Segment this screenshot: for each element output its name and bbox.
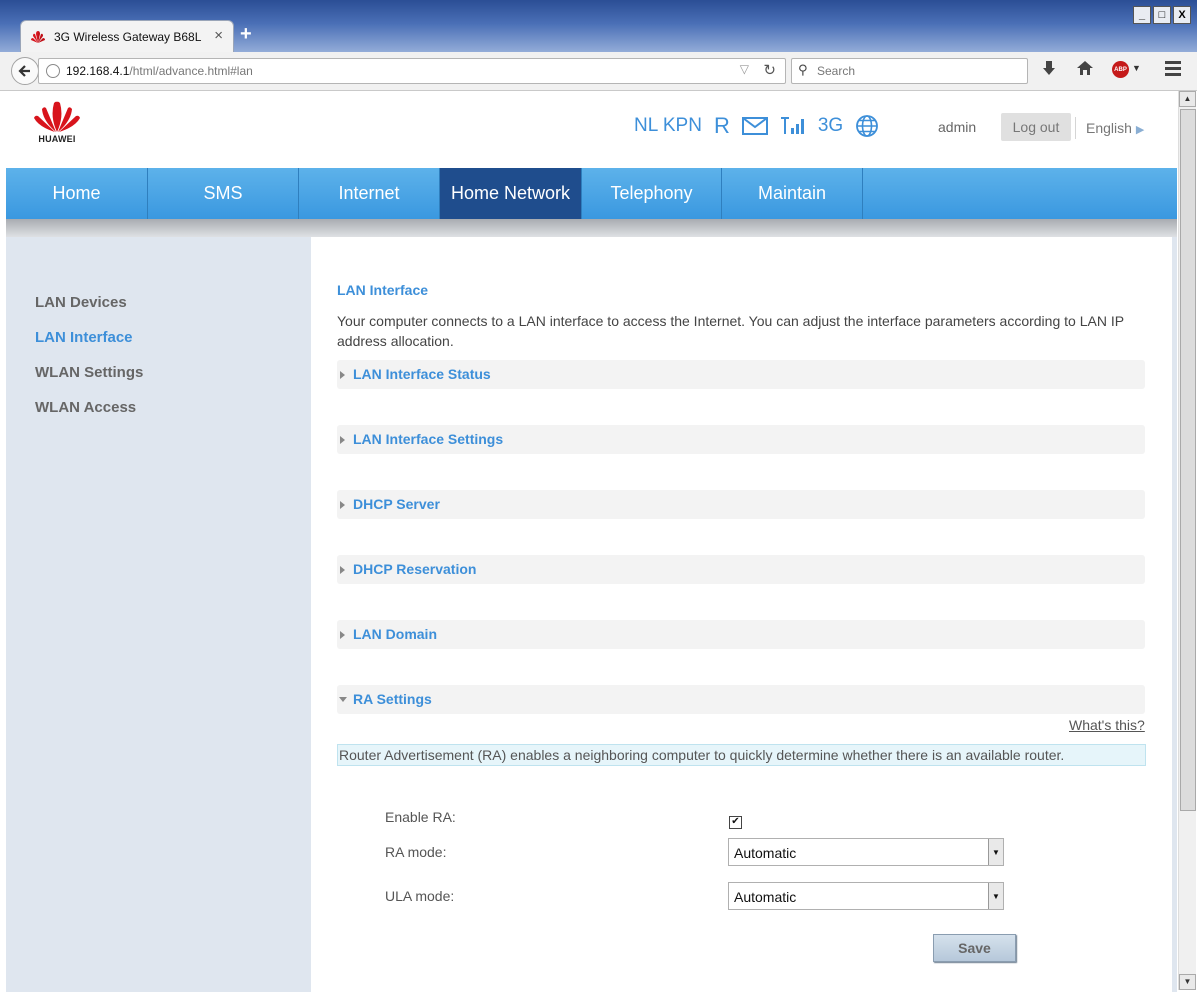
adblock-icon[interactable]: ABP [1112,61,1129,78]
huawei-favicon-icon [31,31,45,43]
menu-icon[interactable] [1162,58,1184,80]
section-label: RA Settings [353,691,432,707]
nav-internet[interactable]: Internet [299,168,440,219]
expand-arrow-icon [340,436,345,444]
ra-mode-select[interactable]: Automatic ▼ [728,838,1004,866]
nav-home-network[interactable]: Home Network [440,168,582,219]
section-label: LAN Domain [353,626,437,642]
section-label: DHCP Server [353,496,440,512]
user-name: admin [938,119,977,135]
history-dropdown-icon[interactable]: ▽ [740,62,749,76]
section-lan-domain[interactable]: LAN Domain [337,620,1145,649]
new-tab-button[interactable]: + [240,24,252,44]
language-selector[interactable]: English ▶ [1086,120,1144,136]
browser-tab[interactable]: 3G Wireless Gateway B68L × [20,20,234,53]
collapse-arrow-icon [339,697,347,702]
url-path: /html/advance.html#lan [129,64,253,78]
expand-arrow-icon [340,631,345,639]
sidebar-item-lan-interface[interactable]: LAN Interface [35,329,143,364]
expand-arrow-icon [340,371,345,379]
ra-info-banner: Router Advertisement (RA) enables a neig… [337,744,1146,766]
reload-icon[interactable]: ↻ [763,61,776,79]
nav-sms[interactable]: SMS [148,168,299,219]
router-page: HUAWEI NL KPN R 3G admin Log out English… [6,91,1177,992]
page-description: Your computer connects to a LAN interfac… [337,313,1124,349]
header-divider [1075,117,1076,139]
whats-this-link[interactable]: What's this? [1069,717,1145,733]
search-placeholder: Search [817,64,856,78]
sidebar-item-lan-devices[interactable]: LAN Devices [35,294,143,329]
operator-name: NL KPN [634,115,702,136]
adblock-dropdown-icon[interactable]: ▼ [1132,63,1141,73]
scrollbar-thumb[interactable] [1180,109,1196,811]
logout-button[interactable]: Log out [1001,113,1071,141]
section-ra-settings[interactable]: RA Settings [337,685,1145,714]
ra-mode-label: RA mode: [385,844,447,860]
ula-mode-select[interactable]: Automatic ▼ [728,882,1004,910]
status-indicators: NL KPN R 3G [634,113,879,139]
maximize-button[interactable]: □ [1153,6,1171,24]
browser-titlebar: 3G Wireless Gateway B68L × + _ □ X [0,0,1197,53]
section-lan-interface-settings[interactable]: LAN Interface Settings [337,425,1145,454]
back-arrow-icon [18,65,30,77]
ula-mode-value: Automatic [734,889,797,905]
browser-toolbar: 192.168.4.1/html/advance.html#lan ▽ ↻ ⚲ … [0,52,1197,91]
language-label: English [1086,120,1132,136]
section-label: LAN Interface Settings [353,431,504,447]
save-button[interactable]: Save [933,934,1016,962]
huawei-logo-icon [34,101,80,132]
globe-icon [46,64,60,78]
dropdown-arrow-icon[interactable]: ▼ [988,883,1003,909]
nav-shadow [6,219,1177,237]
section-dhcp-reservation[interactable]: DHCP Reservation [337,555,1145,584]
page-title: LAN Interface [337,282,429,298]
close-window-button[interactable]: X [1173,6,1191,24]
section-label: LAN Interface Status [353,366,491,382]
section-lan-interface-status[interactable]: LAN Interface Status [337,360,1145,389]
download-icon[interactable] [1041,60,1057,81]
url-host: 192.168.4.1 [66,64,130,78]
sidebar-item-wlan-access[interactable]: WLAN Access [35,399,143,434]
nav-maintain[interactable]: Maintain [722,168,863,219]
expand-arrow-icon [340,501,345,509]
main-content: LAN Interface Your computer connects to … [311,246,1172,992]
minimize-button[interactable]: _ [1133,6,1151,24]
home-icon[interactable] [1076,60,1094,81]
huawei-logo[interactable]: HUAWEI [33,99,81,145]
window-controls: _ □ X [1133,6,1191,24]
back-button[interactable] [11,57,39,85]
search-icon: ⚲ [798,62,808,77]
chevron-right-icon: ▶ [1135,124,1145,136]
sidebar: LAN Devices LAN Interface WLAN Settings … [35,294,143,434]
sidebar-item-wlan-settings[interactable]: WLAN Settings [35,364,143,399]
tab-title: 3G Wireless Gateway B68L [54,30,202,44]
section-dhcp-server[interactable]: DHCP Server [337,490,1145,519]
huawei-brand-text: HUAWEI [38,134,76,144]
internet-globe-icon [856,115,879,137]
enable-ra-checkbox[interactable]: ✔ [729,816,742,829]
dropdown-arrow-icon[interactable]: ▼ [988,839,1003,865]
expand-arrow-icon [340,566,345,574]
ra-mode-value: Automatic [734,845,797,861]
ula-mode-label: ULA mode: [385,888,455,904]
tab-close-icon[interactable]: × [214,27,223,44]
scroll-up-arrow-icon[interactable]: ▲ [1179,91,1196,107]
right-gutter [1172,237,1177,992]
nav-telephony[interactable]: Telephony [582,168,722,219]
scroll-down-arrow-icon[interactable]: ▼ [1179,974,1196,990]
main-navigation: Home SMS Internet Home Network Telephony… [6,168,1177,219]
network-type: 3G [817,115,844,136]
address-bar[interactable]: 192.168.4.1/html/advance.html#lan ▽ ↻ [38,58,786,84]
page-scrollbar[interactable]: ▲ ▼ [1178,91,1196,990]
address-url: 192.168.4.1/html/advance.html#lan [66,64,253,78]
signal-strength-icon [780,117,804,134]
nav-home[interactable]: Home [6,168,148,219]
roaming-indicator: R [713,113,730,138]
section-label: DHCP Reservation [353,561,477,577]
search-box[interactable]: ⚲ Search [791,58,1028,84]
enable-ra-label: Enable RA: [385,809,456,825]
sms-envelope-icon[interactable] [741,117,768,135]
